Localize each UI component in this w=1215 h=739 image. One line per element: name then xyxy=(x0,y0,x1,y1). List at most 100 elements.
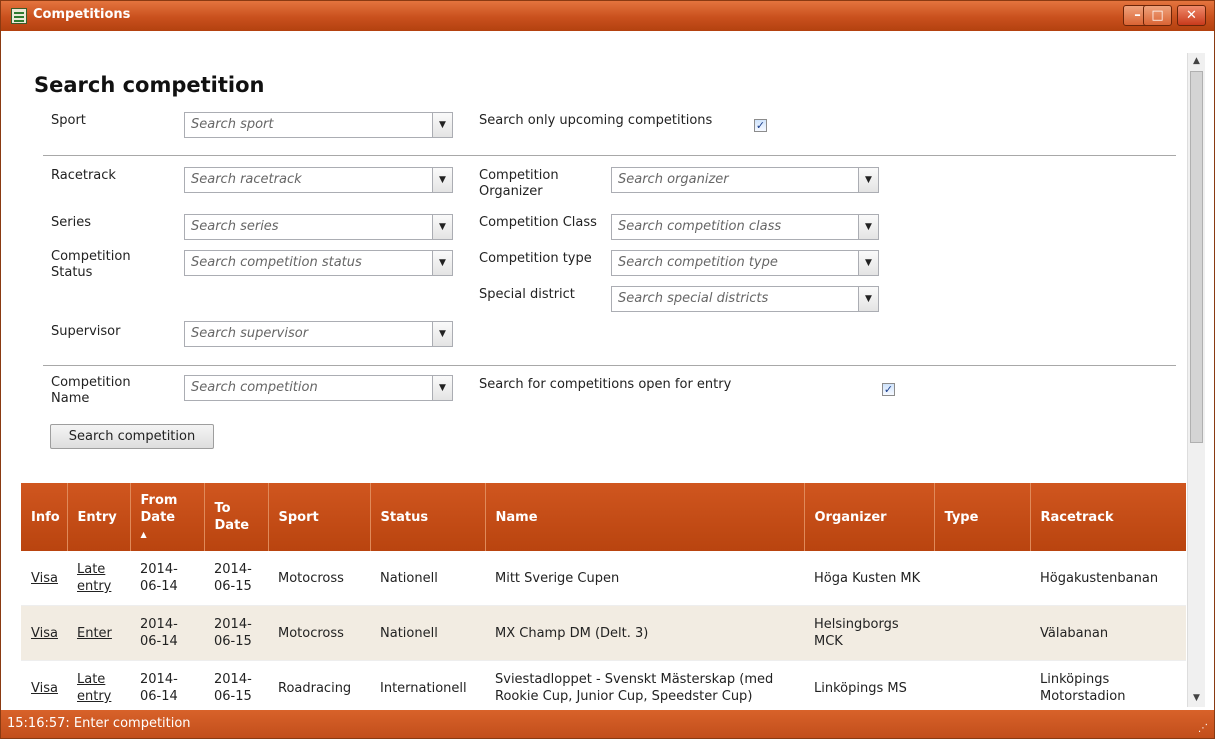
column-header-from-date[interactable]: From Date ▲ xyxy=(130,483,205,551)
table-row[interactable]: Visa Enter 2014-06-14 2014-06-15 Motocro… xyxy=(21,605,1186,661)
column-header-name[interactable]: Name xyxy=(485,483,805,551)
to-date-cell: 2014-06-15 xyxy=(204,551,268,606)
chevron-down-icon[interactable]: ▼ xyxy=(858,215,878,239)
from-date-label: From Date xyxy=(140,492,178,525)
sport-cell: Roadracing xyxy=(268,660,370,707)
scroll-down-icon[interactable]: ▼ xyxy=(1188,690,1205,707)
scroll-thumb[interactable] xyxy=(1190,71,1203,443)
chevron-down-icon[interactable]: ▼ xyxy=(432,113,452,137)
comp-class-label: Competition Class xyxy=(479,215,597,230)
series-combo[interactable]: Search series ▼ xyxy=(184,214,453,240)
racetrack-cell: Högakustenbanan xyxy=(1030,551,1186,606)
organizer-cell: Höga Kusten MK xyxy=(804,551,934,606)
supervisor-label: Supervisor xyxy=(51,324,121,339)
status-cell: Nationell xyxy=(370,605,485,661)
title-bar[interactable]: Competitions – □ ✕ xyxy=(1,1,1214,31)
info-link[interactable]: Visa xyxy=(31,626,58,641)
comp-type-placeholder: Search competition type xyxy=(618,255,778,270)
racetrack-placeholder: Search racetrack xyxy=(191,172,302,187)
column-header-type[interactable]: Type xyxy=(934,483,1031,551)
upcoming-label: Search only upcoming competitions xyxy=(479,113,713,128)
comp-class-placeholder: Search competition class xyxy=(618,219,782,234)
page-title: Search competition xyxy=(34,73,265,97)
sport-label: Sport xyxy=(51,113,86,128)
racetrack-cell: Linköpings Motorstadion xyxy=(1030,660,1186,707)
maximize-button[interactable]: □ xyxy=(1143,5,1172,26)
comp-name-label: Competition Name xyxy=(51,375,131,406)
chevron-down-icon[interactable]: ▼ xyxy=(432,376,452,400)
name-cell: MX Champ DM (Delt. 3) xyxy=(485,605,804,661)
open-entry-label: Search for competitions open for entry xyxy=(479,377,732,392)
chevron-down-icon[interactable]: ▼ xyxy=(858,168,878,192)
divider xyxy=(43,365,1176,366)
upcoming-checkbox[interactable]: ✓ xyxy=(754,119,767,132)
status-bar: 15:16:57: Enter competition ⋰ xyxy=(1,710,1214,738)
competitions-table: Info Entry From Date ▲ To Date Sport Stat… xyxy=(21,483,1186,707)
resize-grip-icon[interactable]: ⋰ xyxy=(1198,723,1208,734)
chevron-down-icon[interactable]: ▼ xyxy=(858,287,878,311)
status-placeholder: Search competition status xyxy=(191,255,362,270)
district-placeholder: Search special districts xyxy=(618,291,769,306)
series-placeholder: Search series xyxy=(191,219,279,234)
table-row[interactable]: Visa Late entry 2014-06-14 2014-06-15 Mo… xyxy=(21,551,1186,606)
competitions-window: Competitions – □ ✕ Search competition Sp… xyxy=(0,0,1215,739)
vertical-scrollbar[interactable]: ▲ ▼ xyxy=(1187,53,1205,707)
from-date-cell: 2014-06-14 xyxy=(130,660,204,707)
chevron-down-icon[interactable]: ▼ xyxy=(432,322,452,346)
column-header-to-date[interactable]: To Date xyxy=(204,483,269,551)
column-header-status[interactable]: Status xyxy=(370,483,486,551)
district-label: Special district xyxy=(479,287,575,302)
sport-placeholder: Search sport xyxy=(191,117,274,132)
minimize-icon: – xyxy=(1134,8,1141,23)
chevron-down-icon[interactable]: ▼ xyxy=(432,168,452,192)
search-panel: Search competition Sport Search sport ▼ … xyxy=(14,31,1186,707)
column-header-organizer[interactable]: Organizer xyxy=(804,483,935,551)
info-link[interactable]: Visa xyxy=(31,571,58,586)
to-date-cell: 2014-06-15 xyxy=(204,605,268,661)
status-combo[interactable]: Search competition status ▼ xyxy=(184,250,453,276)
status-cell: Internationell xyxy=(370,660,485,707)
chevron-down-icon[interactable]: ▼ xyxy=(432,215,452,239)
chevron-down-icon[interactable]: ▼ xyxy=(432,251,452,275)
organizer-cell: Helsingborgs MCK xyxy=(804,605,934,661)
entry-link[interactable]: Late entry xyxy=(77,562,111,594)
status-label: Competition Status xyxy=(51,249,131,280)
entry-link[interactable]: Late entry xyxy=(77,672,111,704)
district-combo[interactable]: Search special districts ▼ xyxy=(611,286,879,312)
table-row[interactable]: Visa Late entry 2014-06-14 2014-06-15 Ro… xyxy=(21,660,1186,707)
list-window-icon xyxy=(11,8,27,24)
sport-combo[interactable]: Search sport ▼ xyxy=(184,112,453,138)
from-date-cell: 2014-06-14 xyxy=(130,605,204,661)
from-date-cell: 2014-06-14 xyxy=(130,551,204,606)
comp-type-combo[interactable]: Search competition type ▼ xyxy=(611,250,879,276)
supervisor-placeholder: Search supervisor xyxy=(191,326,309,341)
column-header-racetrack[interactable]: Racetrack xyxy=(1030,483,1186,551)
scroll-up-icon[interactable]: ▲ xyxy=(1188,53,1205,70)
close-button[interactable]: ✕ xyxy=(1177,5,1206,26)
table-header: Info Entry From Date ▲ To Date Sport Stat… xyxy=(21,483,1186,551)
organizer-placeholder: Search organizer xyxy=(618,172,729,187)
racetrack-combo[interactable]: Search racetrack ▼ xyxy=(184,167,453,193)
organizer-cell: Linköpings MS xyxy=(804,660,934,707)
search-competition-button[interactable]: Search competition xyxy=(50,424,214,449)
column-header-info[interactable]: Info xyxy=(21,483,68,551)
comp-name-combo[interactable]: Search competition ▼ xyxy=(184,375,453,401)
organizer-combo[interactable]: Search organizer ▼ xyxy=(611,167,879,193)
column-header-entry[interactable]: Entry xyxy=(67,483,131,551)
to-date-cell: 2014-06-15 xyxy=(204,660,268,707)
racetrack-label: Racetrack xyxy=(51,168,116,183)
type-cell xyxy=(934,551,1030,606)
chevron-down-icon[interactable]: ▼ xyxy=(858,251,878,275)
info-link[interactable]: Visa xyxy=(31,681,58,696)
type-cell xyxy=(934,605,1030,661)
open-entry-checkbox[interactable]: ✓ xyxy=(882,383,895,396)
comp-class-combo[interactable]: Search competition class ▼ xyxy=(611,214,879,240)
status-text: 15:16:57: Enter competition xyxy=(7,716,191,731)
supervisor-combo[interactable]: Search supervisor ▼ xyxy=(184,321,453,347)
sport-cell: Motocross xyxy=(268,605,370,661)
close-icon: ✕ xyxy=(1186,8,1197,23)
organizer-label: Competition Organizer xyxy=(479,168,559,199)
sort-ascending-icon: ▲ xyxy=(140,529,147,539)
entry-link[interactable]: Enter xyxy=(77,626,112,641)
column-header-sport[interactable]: Sport xyxy=(268,483,371,551)
